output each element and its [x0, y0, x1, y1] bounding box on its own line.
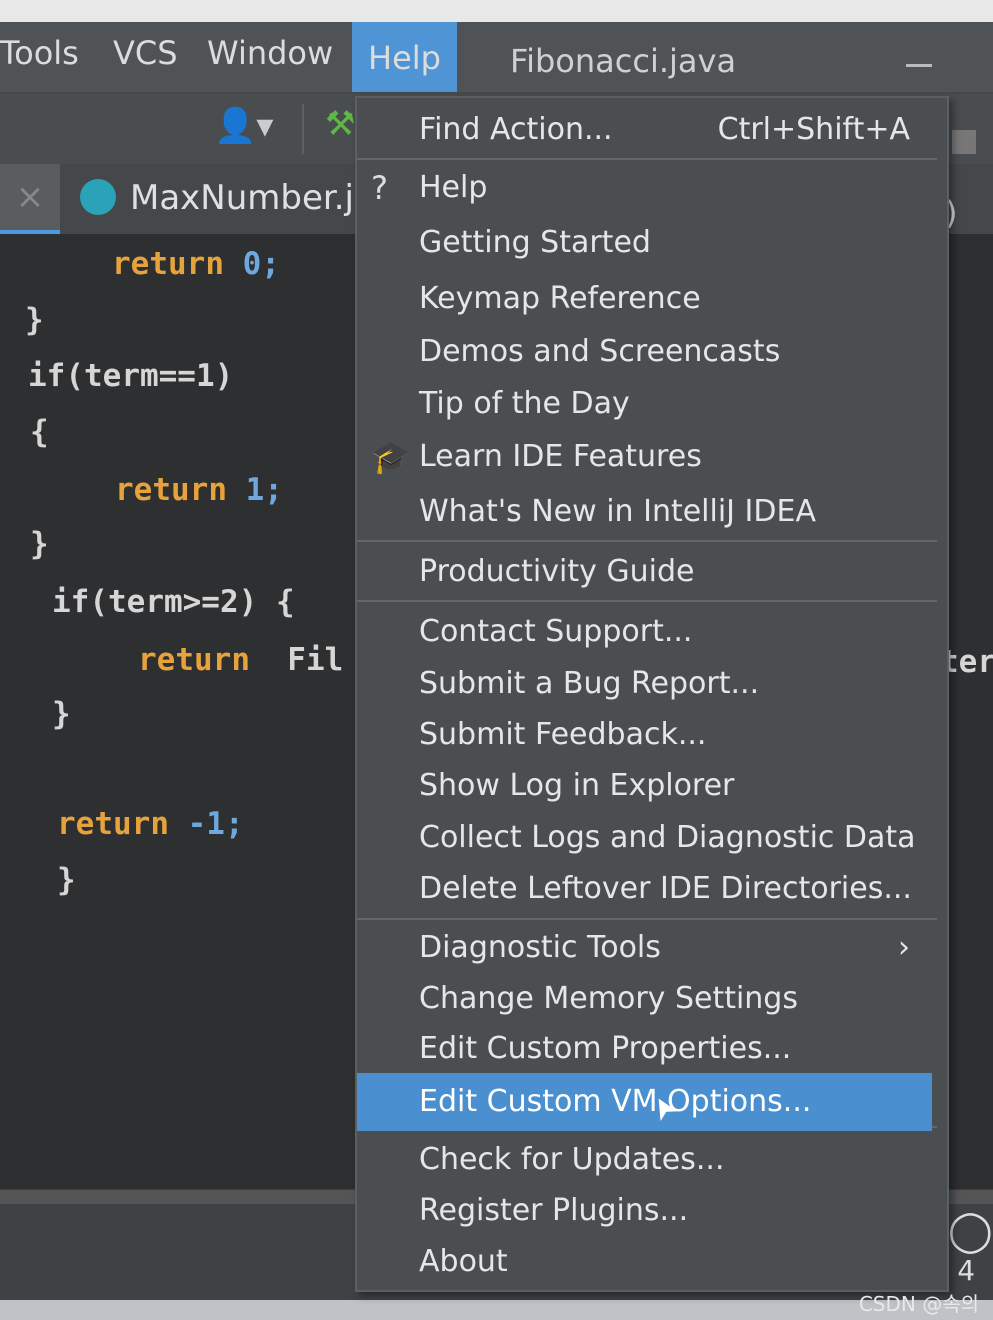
menu-item-label: Register Plugins... — [419, 1193, 689, 1228]
code-line: return -1; — [57, 806, 244, 842]
menu-separator — [357, 918, 937, 920]
code-line: } — [30, 526, 49, 562]
code-rest: -1; — [168, 806, 244, 842]
menu-item-label: Contact Support... — [419, 614, 693, 649]
stop-icon[interactable] — [952, 130, 976, 154]
menu-item-submit-a-bug-report[interactable]: Submit a Bug Report... — [357, 658, 932, 710]
menu-item-label: Delete Leftover IDE Directories... — [419, 871, 912, 906]
menu-item-find-action[interactable]: Find Action... Ctrl+Shift+A — [357, 104, 932, 156]
menu-item-keymap-reference[interactable]: Keymap Reference — [357, 273, 932, 325]
menu-separator — [357, 540, 937, 542]
menu-item-label: Find Action... — [419, 112, 613, 147]
menu-item-diagnostic-tools[interactable]: Diagnostic Tools › — [357, 922, 932, 974]
menu-item-label: Diagnostic Tools — [419, 930, 661, 965]
menu-item-collect-logs-and-diagnostic-data[interactable]: Collect Logs and Diagnostic Data — [357, 812, 932, 864]
menu-item-label: Learn IDE Features — [419, 439, 702, 474]
window-title: Fibonacci.java — [510, 42, 737, 80]
menu-item-label: Getting Started — [419, 225, 651, 260]
watermark: CSDN @속의 — [858, 1292, 979, 1316]
menu-item-productivity-guide[interactable]: Productivity Guide — [357, 546, 932, 598]
menu-item-label: Edit Custom VM Options... — [419, 1084, 812, 1119]
menu-item-check-for-updates[interactable]: Check for Updates... — [357, 1134, 932, 1186]
menu-item-label: Productivity Guide — [419, 554, 695, 589]
keyword: return — [138, 642, 250, 678]
code-line: return 0; — [112, 246, 280, 282]
menu-item-register-plugins[interactable]: Register Plugins... — [357, 1185, 932, 1237]
menu-item-edit-custom-properties[interactable]: Edit Custom Properties... — [357, 1023, 932, 1075]
code-rest: Fil — [249, 642, 344, 678]
code-line: return Fil — [138, 642, 343, 678]
build-hammer-icon[interactable]: ⚒ — [325, 104, 355, 144]
code-line: if(term>=2) { — [52, 584, 295, 620]
menu-item-submit-feedback[interactable]: Submit Feedback... — [357, 709, 932, 761]
menu-item-delete-leftover-ide-directories[interactable]: Delete Leftover IDE Directories... — [357, 863, 932, 915]
code-line: if(term==1) — [28, 358, 234, 394]
menu-item-label: Demos and Screencasts — [419, 334, 781, 369]
toolbar-divider — [302, 104, 304, 154]
menu-item-demos-and-screencasts[interactable]: Demos and Screencasts — [357, 326, 932, 378]
menu-item-tip-of-the-day[interactable]: Tip of the Day — [357, 378, 932, 430]
graduation-cap-icon: 🎓 — [371, 438, 411, 476]
menu-item-label: What's New in IntelliJ IDEA — [419, 494, 816, 529]
menu-item-label: Submit Feedback... — [419, 717, 707, 752]
menu-item-help[interactable]: ? Help — [357, 162, 932, 214]
menu-item-label: Show Log in Explorer — [419, 768, 735, 803]
menu-item-contact-support[interactable]: Contact Support... — [357, 606, 932, 658]
code-line: { — [30, 414, 49, 450]
menu-item-label: Change Memory Settings — [419, 981, 798, 1016]
tab-maxnumber[interactable]: MaxNumber.ja — [80, 178, 375, 218]
minimize-button[interactable] — [906, 64, 932, 67]
menu-vcs[interactable]: VCS — [113, 34, 178, 72]
menu-tools[interactable]: Tools — [0, 34, 79, 72]
shortcut-label: Ctrl+Shift+A — [717, 112, 910, 147]
menu-item-learn-ide-features[interactable]: 🎓 Learn IDE Features — [357, 431, 932, 483]
code-line: return 1; — [115, 472, 283, 508]
keyword: return — [112, 246, 224, 282]
menu-item-label: Help — [419, 170, 488, 205]
menu-item-label: Check for Updates... — [419, 1142, 725, 1177]
code-rest: 1; — [226, 472, 283, 508]
menu-item-label: Collect Logs and Diagnostic Data — [419, 820, 916, 855]
menu-bar: Tools VCS Window Help Fibonacci.java — [0, 22, 993, 94]
menu-item-edit-custom-vm-options[interactable]: Edit Custom VM Options... ➤ — [357, 1073, 932, 1131]
question-icon: ? — [371, 169, 388, 207]
menu-separator — [357, 600, 937, 602]
menu-item-label: Keymap Reference — [419, 281, 701, 316]
menu-item-label: Edit Custom Properties... — [419, 1031, 792, 1066]
java-class-icon — [80, 179, 116, 215]
menu-item-label: Tip of the Day — [419, 386, 630, 421]
menu-help[interactable]: Help — [352, 22, 457, 92]
chevron-right-icon: › — [898, 930, 910, 965]
menu-item-what-s-new-in-intellij-idea[interactable]: What's New in IntelliJ IDEA — [357, 486, 932, 538]
code-rest: 0; — [223, 246, 280, 282]
menu-item-label: Submit a Bug Report... — [419, 666, 760, 701]
menu-separator — [357, 158, 937, 160]
help-menu: Find Action... Ctrl+Shift+A? Help Getting S… — [355, 96, 949, 1292]
search-icon[interactable]: ◯ — [948, 1208, 993, 1254]
user-icon[interactable]: 👤▾ — [214, 106, 273, 146]
menu-item-change-memory-settings[interactable]: Change Memory Settings — [357, 973, 932, 1025]
menu-item-label: About — [419, 1244, 508, 1279]
menu-item-about[interactable]: About — [357, 1236, 932, 1288]
code-line: } — [25, 302, 44, 338]
menu-item-show-log-in-explorer[interactable]: Show Log in Explorer — [357, 760, 932, 812]
menu-window[interactable]: Window — [207, 34, 333, 72]
code-line: } — [57, 862, 76, 898]
code-line: } — [52, 696, 71, 732]
close-icon[interactable]: × — [0, 164, 60, 235]
keyword: return — [57, 806, 169, 842]
background-desk — [0, 0, 993, 22]
tab-label: MaxNumber.ja — [130, 178, 375, 218]
menu-item-getting-started[interactable]: Getting Started — [357, 217, 932, 269]
keyword: return — [115, 472, 227, 508]
bottom-bezel — [0, 1300, 993, 1320]
